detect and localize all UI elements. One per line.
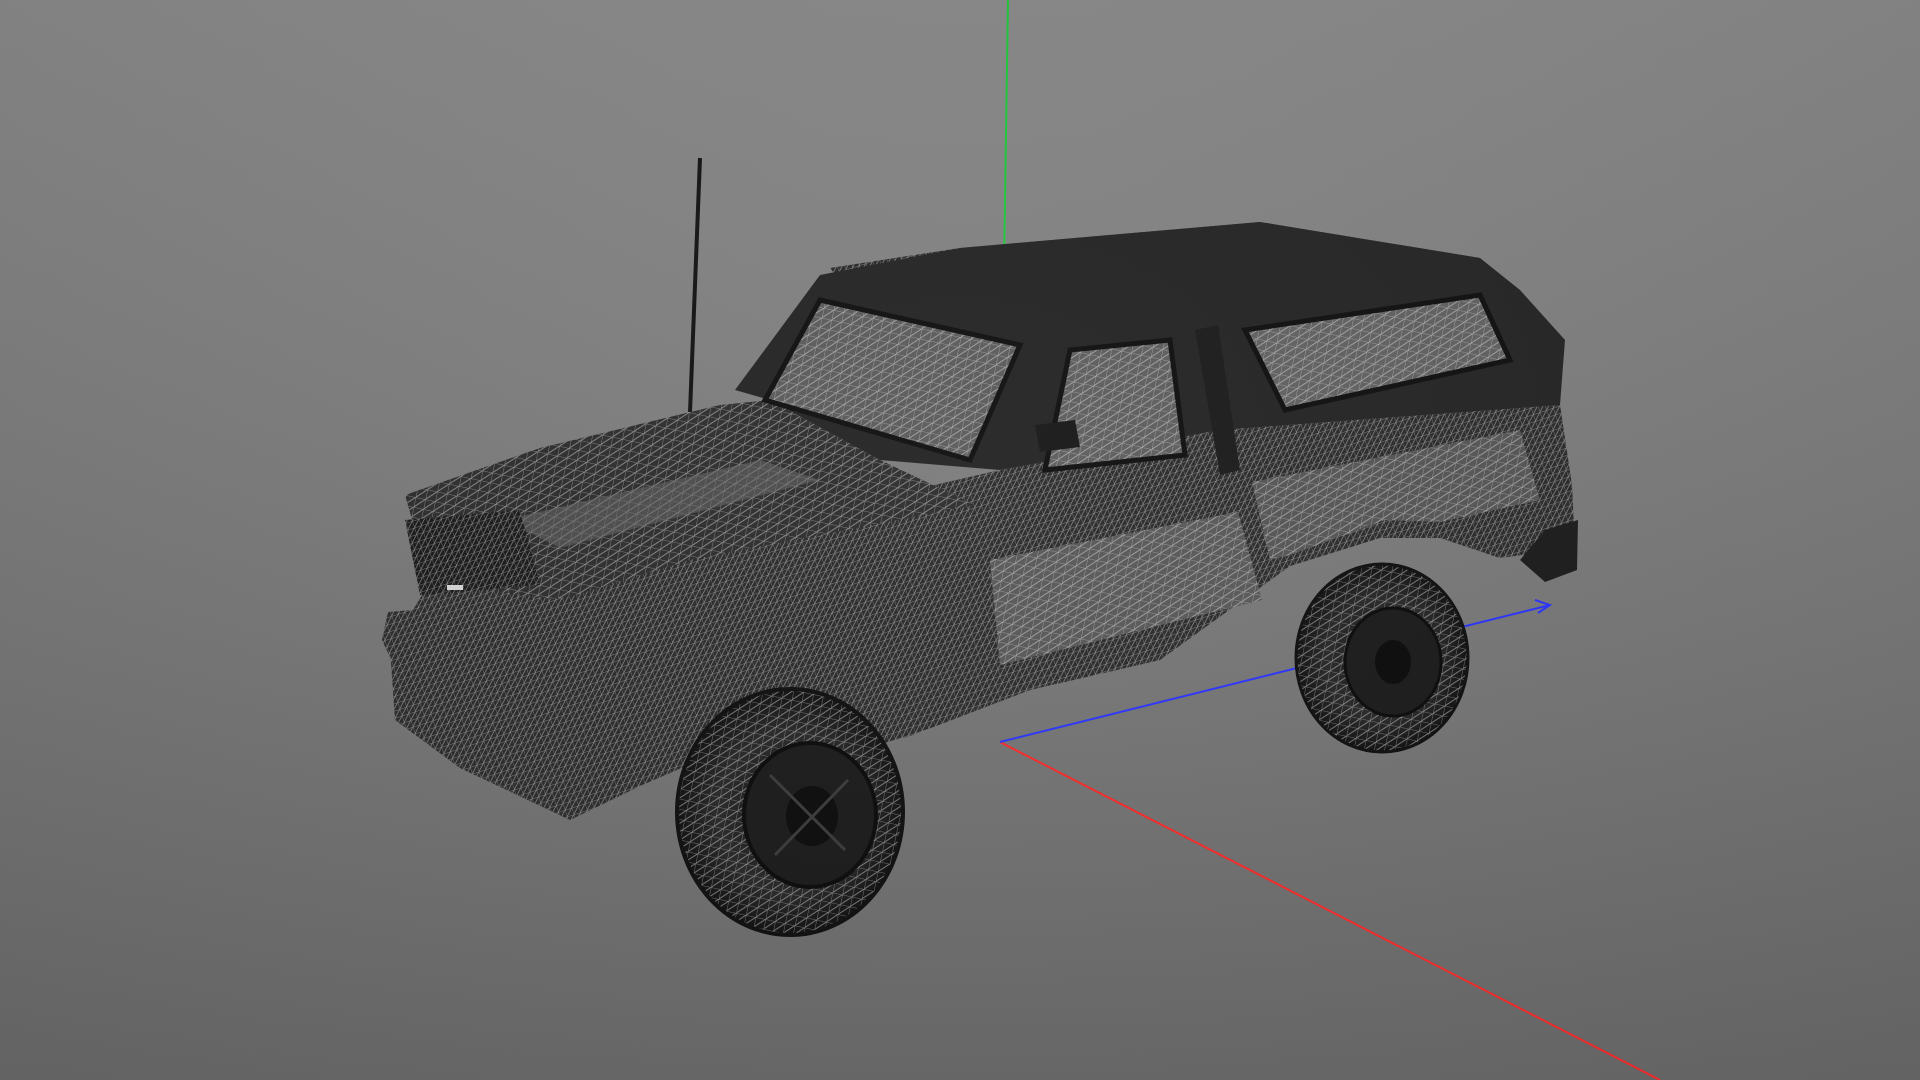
side-mirror (1035, 420, 1080, 452)
rear-hub (1375, 640, 1411, 684)
antenna (688, 157, 702, 413)
3d-viewport[interactable] (0, 0, 1920, 1080)
x-axis-line (999, 741, 1661, 1080)
front-grille-mesh (405, 510, 540, 595)
front-side-window-mesh (1041, 337, 1188, 473)
rear-wheel[interactable] (1294, 562, 1470, 754)
scene-svg[interactable] (0, 0, 1920, 1080)
front-wheel[interactable] (675, 687, 905, 937)
grille-badge (447, 585, 463, 590)
vehicle-wireframe-model[interactable] (382, 222, 1578, 937)
y-axis-line (1003, 0, 1009, 269)
